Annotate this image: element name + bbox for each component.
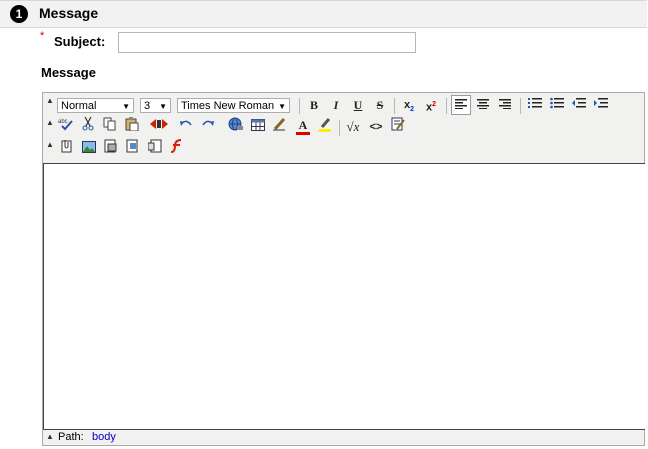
insert-table-button[interactable] xyxy=(248,117,268,137)
insert-image-button[interactable] xyxy=(79,139,99,159)
toolbar-separator xyxy=(520,98,521,114)
align-center-icon xyxy=(477,99,489,110)
font-color-button[interactable]: A xyxy=(293,117,313,137)
html-source-button[interactable]: <> xyxy=(366,117,386,137)
flash-icon xyxy=(170,139,182,153)
paste-icon xyxy=(125,117,139,132)
outdent-button[interactable] xyxy=(569,95,589,115)
indent-button[interactable] xyxy=(591,95,611,115)
find-replace-icon xyxy=(150,119,168,129)
bold-button[interactable]: B xyxy=(304,95,324,115)
toolbar-separator xyxy=(299,98,300,114)
align-left-icon xyxy=(455,99,467,110)
scissors-icon xyxy=(82,116,94,131)
size-select[interactable]: 3 ▼ xyxy=(140,98,171,113)
insert-flash-button[interactable] xyxy=(167,139,187,159)
numbered-list-icon xyxy=(528,98,542,108)
pencil-icon xyxy=(273,117,286,131)
copy-icon xyxy=(103,117,116,131)
editor-content-area[interactable] xyxy=(43,163,645,430)
unordered-list-button[interactable] xyxy=(547,95,567,115)
find-replace-button[interactable] xyxy=(149,117,169,137)
path-label: Path: xyxy=(58,431,84,443)
mashup-icon xyxy=(147,139,162,153)
rich-text-editor: ▲ Normal ▼ 3 ▼ Times New Roman ▼ B I U S… xyxy=(42,92,645,446)
undo-button[interactable] xyxy=(176,117,196,137)
message-label: Message xyxy=(41,65,96,80)
collapse-status-icon[interactable]: ▲ xyxy=(46,432,54,442)
spellcheck-icon: abc xyxy=(58,119,73,131)
outdent-icon xyxy=(572,98,586,108)
editor-status-bar: ▲ Path: body xyxy=(43,429,644,445)
spellcheck-button[interactable]: abc xyxy=(56,117,76,137)
chevron-down-icon: ▼ xyxy=(278,102,286,111)
highlight-color-button[interactable] xyxy=(315,117,335,137)
ordered-list-button[interactable] xyxy=(525,95,545,115)
chevron-down-icon: ▼ xyxy=(159,102,167,111)
insert-mashup-button[interactable] xyxy=(145,139,165,159)
align-left-button[interactable] xyxy=(451,95,471,115)
superscript-button[interactable]: x2 xyxy=(421,95,441,115)
underline-button[interactable]: U xyxy=(348,95,368,115)
step-number-badge: 1 xyxy=(10,5,28,23)
attachment-icon xyxy=(61,140,72,153)
toolbar-separator xyxy=(394,98,395,114)
draw-button[interactable] xyxy=(270,117,290,137)
insert-document-button[interactable] xyxy=(123,139,143,159)
required-indicator: * xyxy=(40,30,45,42)
align-center-button[interactable] xyxy=(473,95,493,115)
svg-text:abc: abc xyxy=(58,119,68,125)
align-right-button[interactable] xyxy=(495,95,515,115)
format-select[interactable]: Normal ▼ xyxy=(57,98,134,113)
document-icon xyxy=(126,139,138,153)
size-select-value: 3 xyxy=(144,100,151,112)
highlighter-icon xyxy=(319,118,331,132)
font-select[interactable]: Times New Roman ▼ xyxy=(177,98,290,113)
table-icon xyxy=(251,119,265,131)
toolbar-separator xyxy=(446,98,447,114)
subject-label: Subject: xyxy=(54,34,106,49)
insert-media-button[interactable] xyxy=(101,139,121,159)
subject-input[interactable] xyxy=(118,32,416,53)
section-header: 1 Message xyxy=(0,0,647,28)
redo-icon xyxy=(202,120,214,126)
path-link-body[interactable]: body xyxy=(92,431,116,443)
collapse-toolbar-icon[interactable]: ▲ xyxy=(46,140,54,150)
cut-button[interactable] xyxy=(78,116,98,137)
font-color-icon: A xyxy=(298,118,308,132)
redo-button[interactable] xyxy=(198,117,218,137)
paste-button[interactable] xyxy=(122,117,142,137)
globe-link-icon xyxy=(228,117,243,131)
toolbar-separator xyxy=(339,120,340,136)
subscript-button[interactable]: x2 xyxy=(399,95,419,115)
section-title: Message xyxy=(39,5,99,21)
collapse-toolbar-icon[interactable]: ▲ xyxy=(46,118,54,128)
bulleted-list-icon xyxy=(550,97,564,109)
font-color-swatch xyxy=(296,132,310,135)
media-icon xyxy=(104,139,117,153)
image-icon xyxy=(82,141,96,153)
italic-button[interactable]: I xyxy=(326,95,346,115)
undo-icon xyxy=(180,120,192,126)
document-edit-icon xyxy=(391,117,405,131)
insert-file-button[interactable] xyxy=(57,139,77,159)
chevron-down-icon: ▼ xyxy=(122,102,130,111)
equation-button[interactable]: √x xyxy=(343,117,363,137)
align-right-icon xyxy=(499,99,511,110)
insert-link-button[interactable] xyxy=(226,117,246,137)
copy-button[interactable] xyxy=(100,117,120,137)
font-select-value: Times New Roman xyxy=(181,100,275,112)
format-select-value: Normal xyxy=(61,100,97,112)
indent-icon xyxy=(594,98,608,108)
preview-button[interactable] xyxy=(388,117,408,137)
strikethrough-button[interactable]: S xyxy=(370,95,390,115)
collapse-toolbar-icon[interactable]: ▲ xyxy=(46,96,54,106)
